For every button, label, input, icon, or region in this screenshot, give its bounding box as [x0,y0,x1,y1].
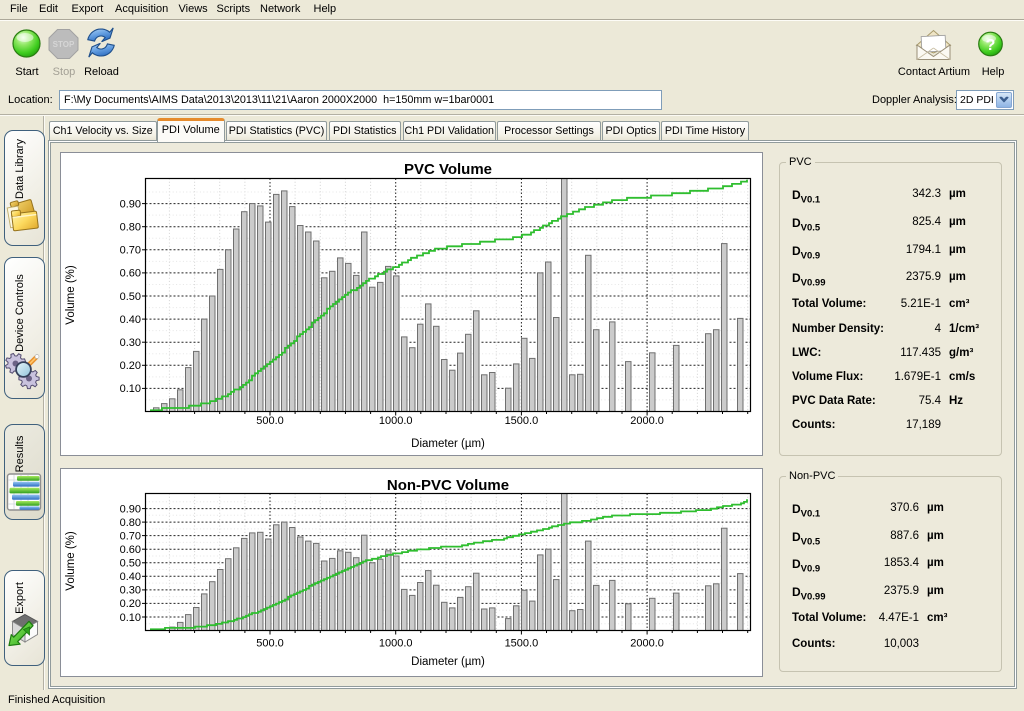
svg-text:0.80: 0.80 [120,222,141,234]
svg-text:Volume (%): Volume (%) [65,531,77,591]
svg-text:?: ? [986,37,996,54]
svg-text:500.0: 500.0 [256,638,284,650]
svg-text:0.40: 0.40 [120,314,141,326]
svg-text:0.60: 0.60 [120,268,141,280]
svg-text:0.20: 0.20 [120,360,141,372]
svg-text:1000.0: 1000.0 [379,415,413,427]
svg-text:1500.0: 1500.0 [505,638,539,650]
svg-text:0.50: 0.50 [120,291,141,303]
svg-text:0.70: 0.70 [120,245,141,257]
svg-text:2000.0: 2000.0 [630,415,664,427]
svg-text:1500.0: 1500.0 [505,415,539,427]
svg-text:1000.0: 1000.0 [379,638,413,650]
svg-text:0.20: 0.20 [120,598,141,610]
svg-text:0.10: 0.10 [120,612,141,624]
svg-text:0.90: 0.90 [120,503,141,515]
svg-text:0.80: 0.80 [120,517,141,529]
svg-text:Diameter (µm): Diameter (µm) [411,438,485,450]
svg-text:Diameter (µm): Diameter (µm) [411,656,485,668]
svg-text:PVC Volume: PVC Volume [404,161,492,178]
svg-text:STOP: STOP [53,40,75,49]
svg-text:500.0: 500.0 [256,415,284,427]
svg-text:0.60: 0.60 [120,544,141,556]
svg-text:0.40: 0.40 [120,571,141,583]
svg-text:0.70: 0.70 [120,530,141,542]
svg-text:0.10: 0.10 [120,383,141,395]
svg-text:Non-PVC Volume: Non-PVC Volume [387,477,509,494]
svg-text:Volume (%): Volume (%) [65,265,77,325]
svg-text:0.90: 0.90 [120,198,141,210]
svg-text:0.30: 0.30 [120,585,141,597]
svg-text:0.30: 0.30 [120,337,141,349]
svg-text:2000.0: 2000.0 [630,638,664,650]
svg-text:0.50: 0.50 [120,558,141,570]
